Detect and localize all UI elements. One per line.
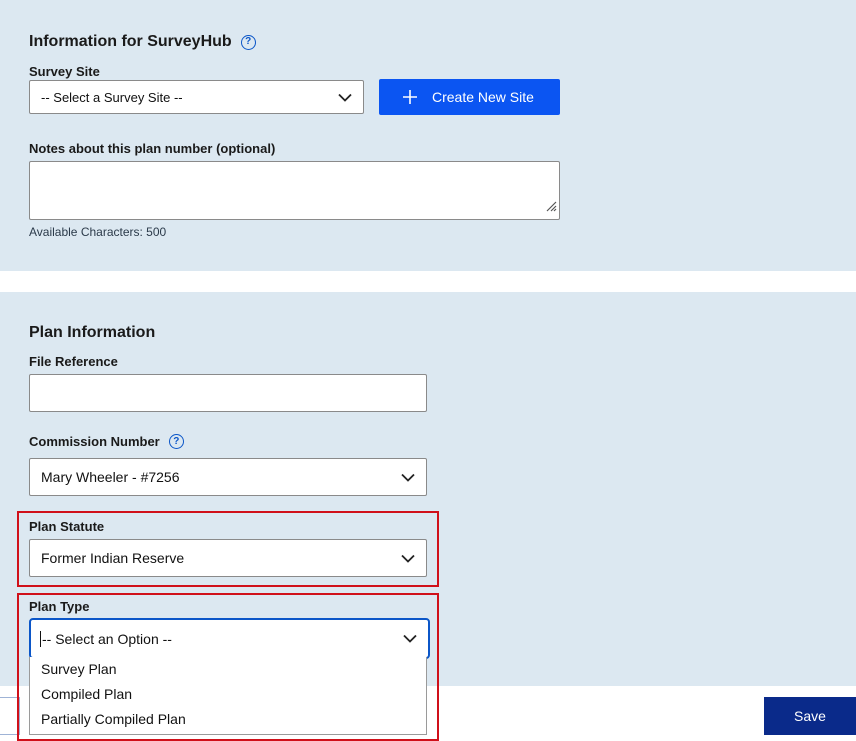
chevron-down-icon: [401, 554, 415, 563]
plan-statute-select[interactable]: Former Indian Reserve: [29, 539, 427, 577]
survey-site-select[interactable]: -- Select a Survey Site --: [29, 80, 364, 114]
survey-site-label: Survey Site: [29, 64, 100, 79]
plan-type-option-compiled-plan[interactable]: Compiled Plan: [30, 682, 426, 707]
plan-type-options: Survey Plan Compiled Plan Partially Comp…: [29, 657, 427, 735]
plan-type-value: -- Select an Option --: [40, 630, 172, 647]
file-reference-label: File Reference: [29, 354, 118, 369]
question-circle-icon[interactable]: ?: [168, 434, 184, 449]
plan-type-option-survey-plan[interactable]: Survey Plan: [30, 657, 426, 682]
save-button[interactable]: Save: [764, 697, 856, 735]
commission-number-label-text: Commission Number: [29, 434, 160, 449]
notes-textarea[interactable]: [29, 161, 560, 220]
plus-icon: [402, 89, 418, 105]
chevron-down-icon: [401, 473, 415, 482]
question-circle-icon[interactable]: ?: [240, 34, 256, 50]
plan-information-heading: Plan Information: [29, 324, 156, 341]
plan-statute-label: Plan Statute: [29, 519, 105, 534]
surveyhub-heading-text: Information for SurveyHub: [29, 33, 232, 50]
notes-label: Notes about this plan number (optional): [29, 141, 276, 156]
plan-type-label: Plan Type: [29, 599, 90, 614]
surveyhub-panel: Information for SurveyHub ? Survey Site …: [0, 0, 856, 271]
chevron-down-icon: [338, 93, 352, 102]
surveyhub-heading: Information for SurveyHub ?: [29, 33, 256, 51]
chevron-down-icon: [403, 634, 417, 643]
survey-site-value: -- Select a Survey Site --: [41, 89, 183, 105]
available-characters: Available Characters: 500: [29, 225, 167, 239]
plan-type-option-partially-compiled-plan[interactable]: Partially Compiled Plan: [30, 707, 426, 732]
commission-number-label: Commission Number ?: [29, 434, 184, 449]
plan-statute-value: Former Indian Reserve: [41, 550, 185, 566]
commission-number-value: Mary Wheeler - #7256: [41, 469, 180, 485]
create-new-site-label: Create New Site: [432, 89, 534, 105]
file-reference-input[interactable]: [29, 374, 427, 412]
page: Information for SurveyHub ? Survey Site …: [0, 0, 856, 741]
create-new-site-button[interactable]: Create New Site: [379, 79, 560, 115]
plan-type-select[interactable]: -- Select an Option --: [29, 618, 430, 659]
commission-number-select[interactable]: Mary Wheeler - #7256: [29, 458, 427, 496]
resize-grip-icon[interactable]: [545, 199, 557, 217]
